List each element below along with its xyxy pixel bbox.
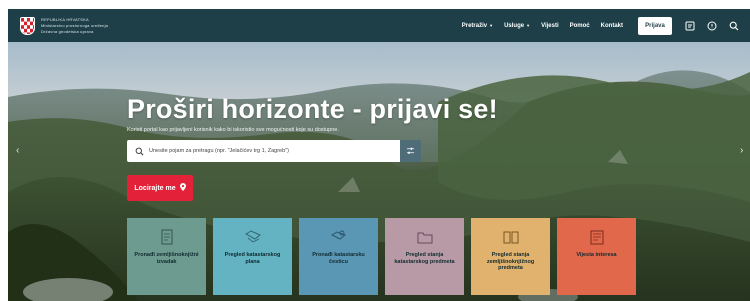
chevron-down-icon: ▼ <box>526 23 531 28</box>
map-pin-icon <box>179 183 186 193</box>
carousel-next-button[interactable]: › <box>740 145 743 156</box>
nav-item-help[interactable]: Pomoć <box>570 23 590 29</box>
organization-name: REPUBLIKA HRVATSKA Ministarstvo prostorn… <box>41 17 108 35</box>
nav-item-search[interactable]: Pretraživ ▼ <box>462 23 493 29</box>
nav-item-services-label: Usluge <box>504 22 525 29</box>
tile-land-registry-extract[interactable]: Pronađi zemljišnoknjižni izvadak <box>127 218 206 295</box>
parcel-map-icon <box>244 228 262 246</box>
nav-item-help-label: Pomoć <box>569 22 590 29</box>
document-icon <box>158 228 176 246</box>
search-input[interactable] <box>149 148 389 154</box>
org-line-2: Ministarstvo prostornoga uređenja <box>41 22 109 28</box>
tile-cadastral-plan[interactable]: Pregled katastarskog plana <box>213 218 292 295</box>
nav-item-search-label: Pretraživ <box>461 22 488 29</box>
service-tiles: Pronađi zemljišnoknjižni izvadak Pregled… <box>127 218 636 295</box>
news-icon <box>588 228 606 246</box>
locate-me-label: Locirajte me <box>134 184 176 192</box>
folder-icon <box>416 228 434 246</box>
org-line-3: Državna geodetska uprava <box>41 28 94 34</box>
hero-subtitle: Koristi portal kao prijavljeni korisnik … <box>127 127 339 133</box>
locate-me-button[interactable]: Locirajte me <box>127 175 193 201</box>
tile-label: Pregled stanja zemljišnoknjižnog predmet… <box>486 252 535 271</box>
tile-label: Pregled katastarskog plana <box>224 252 281 265</box>
tile-label: Pregled stanja katastarskog predmeta <box>394 252 455 265</box>
book-icon <box>502 228 520 246</box>
tile-cadastral-case-status[interactable]: Pregled stanja katastarskog predmeta <box>385 218 464 295</box>
nav-item-news[interactable]: Vijesti <box>541 23 559 29</box>
tile-label: Vijesta interesa <box>576 252 617 258</box>
tile-label: Pronađi zemljišnoknjižni izvadak <box>134 252 199 265</box>
chevron-down-icon: ▼ <box>489 23 494 28</box>
carousel-prev-button[interactable]: ‹ <box>16 145 19 156</box>
tile-news-of-interest[interactable]: Vijesta interesa <box>557 218 636 295</box>
accessibility-icon[interactable] <box>684 20 696 32</box>
tile-find-cadastral-parcel[interactable]: Pronađi katastarsku česticu <box>299 218 378 295</box>
parcel-search-icon <box>330 228 348 246</box>
search-icon <box>133 145 145 157</box>
tile-label: Pronađi katastarsku česticu <box>312 252 365 265</box>
tile-land-registry-case-status[interactable]: Pregled stanja zemljišnoknjižnog predmet… <box>471 218 550 295</box>
sliders-icon <box>406 147 415 154</box>
page: REPUBLIKA HRVATSKA Ministarstvo prostorn… <box>8 9 750 301</box>
hero-title: Proširi horizonte - prijavi se! <box>127 94 498 124</box>
language-icon[interactable] <box>706 20 718 32</box>
filter-button[interactable] <box>400 140 421 162</box>
search-bar <box>127 140 400 162</box>
nav-item-contact-label: Kontakt <box>600 22 623 29</box>
nav-item-news-label: Vijesti <box>541 22 559 29</box>
login-button[interactable]: Prijava <box>638 16 672 35</box>
top-header: REPUBLIKA HRVATSKA Ministarstvo prostorn… <box>8 9 750 42</box>
nav-item-services[interactable]: Usluge ▼ <box>504 23 530 29</box>
site-logo[interactable]: REPUBLIKA HRVATSKA Ministarstvo prostorn… <box>20 16 108 35</box>
search-icon[interactable] <box>728 20 740 32</box>
main-nav: Pretraživ ▼ Usluge ▼ Vijesti Pomoć Konta… <box>462 9 750 42</box>
hero-banner: ‹ › Proširi horizonte - prijavi se! Kori… <box>8 42 750 301</box>
croatian-coat-of-arms-icon <box>20 16 35 35</box>
nav-item-contact[interactable]: Kontakt <box>601 23 623 29</box>
